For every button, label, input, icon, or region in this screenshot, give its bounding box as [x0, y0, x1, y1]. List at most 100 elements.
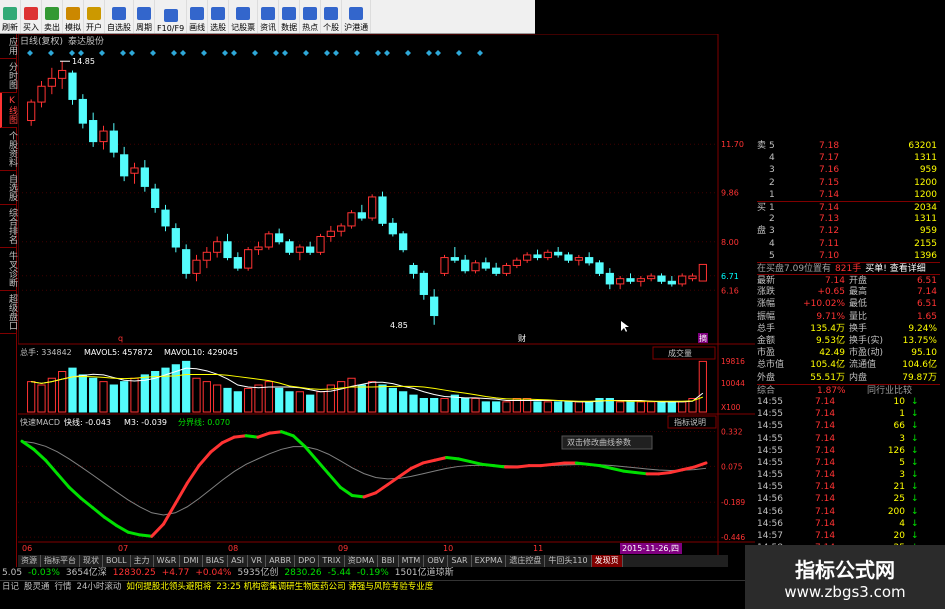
indicator-tab[interactable]: 牛回头110 [545, 555, 592, 567]
toolbar-button-clock[interactable]: 周期 [134, 0, 155, 33]
order-note[interactable]: 在买盘7.09位置有 821手 买单! 查看详细 [757, 261, 940, 274]
toolbar-button-f10[interactable]: F10/F9 [155, 0, 188, 33]
volume-bar [657, 401, 666, 413]
indicator-tab[interactable]: 资源 [18, 555, 41, 567]
candle-body [409, 264, 418, 274]
event-marker-icon[interactable] [324, 50, 330, 56]
indicator-tab[interactable]: 主力 [131, 555, 154, 567]
order-note-right[interactable]: 买单! 查看详细 [865, 263, 925, 274]
indicator-tab[interactable]: OBV [424, 555, 449, 567]
event-marker-icon[interactable] [303, 50, 309, 56]
sidebar-item-2[interactable]: K线图 [0, 93, 17, 128]
toolbar-button-simulate[interactable]: 模拟 [63, 0, 84, 33]
event-marker-icon[interactable] [171, 50, 177, 56]
indicator-tab[interactable]: BOLL [103, 555, 131, 567]
event-marker-icon[interactable] [48, 50, 54, 56]
marker-q[interactable]: q [118, 334, 123, 343]
event-marker-icon[interactable] [333, 50, 339, 56]
indicator-tab[interactable]: BIAS [203, 555, 229, 567]
event-marker-icon[interactable] [456, 50, 462, 56]
indicator-tab[interactable]: MTM [399, 555, 425, 567]
volume-bar [636, 401, 645, 413]
toolbar-button-hot[interactable]: 热点 [300, 0, 322, 33]
event-marker-icon[interactable] [384, 50, 390, 56]
event-marker-icon[interactable] [354, 50, 360, 56]
toolbar-button-hk[interactable]: 沪港通 [342, 0, 372, 33]
event-marker-icon[interactable] [129, 50, 135, 56]
tick-header-c[interactable]: 同行业比较 [867, 385, 912, 396]
event-marker-icon[interactable] [252, 50, 258, 56]
sidebar-item-5[interactable]: 综合排名 [0, 205, 17, 248]
indicator-tab[interactable]: EXPMA [472, 555, 507, 567]
indicator-tab[interactable]: VR [248, 555, 267, 567]
event-marker-icon[interactable] [375, 50, 381, 56]
volume-bar [647, 401, 656, 413]
indicator-tab[interactable]: 资DMA [345, 555, 379, 567]
toolbar-button-news[interactable]: 资讯 [258, 0, 280, 33]
toolbar-button-sell[interactable]: 卖出 [42, 0, 63, 33]
indicator-tab[interactable]: ASI [228, 555, 249, 567]
marker-zhe[interactable]: 摘 [699, 333, 707, 343]
down-arrow-icon: ↓ [911, 518, 919, 529]
toolbar-button-refresh[interactable]: 刷新 [0, 0, 21, 33]
event-marker-icon[interactable] [222, 50, 228, 56]
toolbar-button-buy[interactable]: 买入 [21, 0, 42, 33]
news-item[interactable]: 日记 [2, 581, 19, 592]
toolbar-button-data[interactable]: 数据 [279, 0, 301, 33]
index-value: 1501亿道琼斯 [394, 568, 454, 578]
indicator-tab[interactable]: 遗庄控盘 [506, 555, 546, 567]
marker-cai[interactable]: 财 [518, 333, 526, 343]
event-marker-icon[interactable] [180, 50, 186, 56]
sidebar-item-6[interactable]: 牛叉诊断 [0, 248, 17, 291]
candle-body [68, 72, 77, 100]
chart-area[interactable]: 日线(复权) 泰达股份 11.70 9.86 8.00 6.71 6.16 14.85 4.85… [18, 34, 755, 555]
event-marker-icon[interactable] [426, 50, 432, 56]
indicator-tab[interactable]: 发现页 [591, 555, 623, 567]
vol-dropdown-label[interactable]: 成交量 [668, 348, 692, 358]
indicator-tab[interactable]: ARBR [266, 555, 296, 567]
news-item[interactable]: 如何提股北领头避阳将 [126, 581, 211, 592]
event-marker-icon[interactable] [69, 50, 75, 56]
sidebar-item-7[interactable]: 超级盘口 [0, 291, 17, 334]
volume-bar [347, 377, 356, 413]
sidebar-item-4[interactable]: 自选股 [0, 171, 17, 205]
tick-price: 7.14 [815, 421, 836, 432]
event-marker-icon[interactable] [282, 50, 288, 56]
event-marker-icon[interactable] [78, 50, 84, 56]
indicator-tab[interactable]: 指标平台 [41, 555, 80, 567]
event-marker-icon[interactable] [231, 50, 237, 56]
stat-value: +0.65 [817, 287, 845, 298]
sidebar-item-1[interactable]: 分时图 [0, 59, 17, 93]
indicator-tab[interactable]: DPO [295, 555, 320, 567]
indicator-tab[interactable]: DMI [180, 555, 203, 567]
event-marker-icon[interactable] [99, 50, 105, 56]
toolbar-button-lock[interactable]: 开户 [84, 0, 105, 33]
sidebar-item-3[interactable]: 个股资料 [0, 128, 17, 171]
toolbar-button-stock[interactable]: 个股 [321, 0, 343, 33]
toolbar-button-watchlist[interactable]: 自选股 [105, 0, 134, 33]
candle-body [616, 278, 625, 285]
indicator-help-label[interactable]: 指标说明 [674, 417, 706, 427]
indicator-tab[interactable]: SAR [448, 555, 472, 567]
indicator-tab[interactable]: TRIX [319, 555, 345, 567]
news-item[interactable]: 24小时滚动 [77, 581, 122, 592]
news-item[interactable]: 行情 [55, 581, 72, 592]
stat-value: 135.4万 [810, 323, 845, 334]
event-marker-icon[interactable] [120, 50, 126, 56]
event-marker-icon[interactable] [477, 50, 483, 56]
news-item[interactable]: 股灵通 [24, 581, 50, 592]
indicator-tab[interactable]: 现状 [80, 555, 103, 567]
toolbar-button-note[interactable]: 记股票 [229, 0, 259, 33]
sidebar-item-0[interactable]: 应用 [0, 34, 17, 59]
toolbar-button-pencil[interactable]: 画线 [187, 0, 209, 33]
event-marker-icon[interactable] [273, 50, 279, 56]
event-marker-icon[interactable] [201, 50, 207, 56]
indicator-tab[interactable]: W&R [154, 555, 181, 567]
event-marker-icon[interactable] [405, 50, 411, 56]
event-marker-icon[interactable] [435, 50, 441, 56]
event-marker-icon[interactable] [150, 50, 156, 56]
indicator-tab[interactable]: BBI [378, 555, 399, 567]
toolbar-button-filter[interactable]: 选股 [208, 0, 230, 33]
news-item[interactable]: 23:25 机构密集调研生物医药公司 诸强与风险考验专业度 [216, 581, 433, 592]
event-marker-icon[interactable] [27, 50, 33, 56]
